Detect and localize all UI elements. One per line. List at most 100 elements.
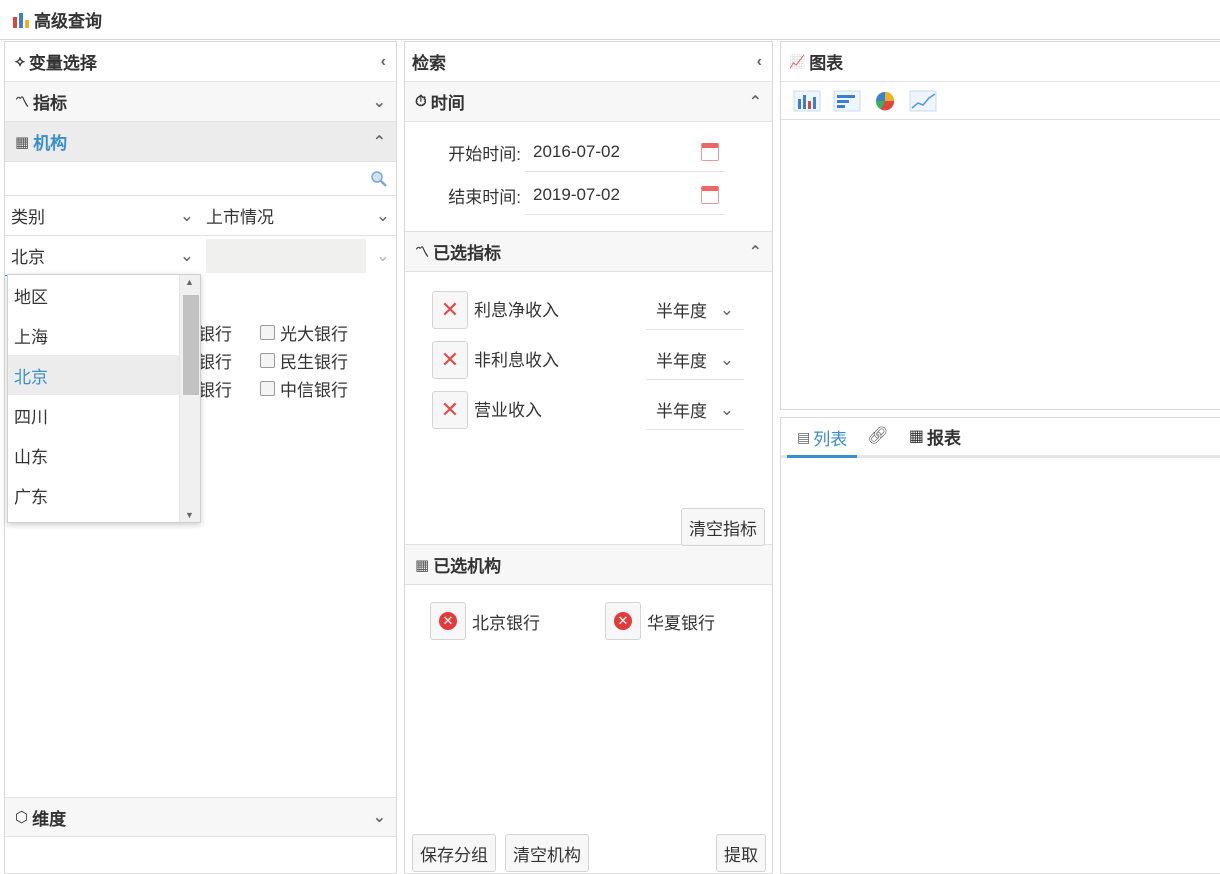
section-selected-institutions[interactable]: ▦ 已选机构 bbox=[405, 545, 772, 585]
result-panel: ▤ 列表 🔗︎ ▦ 报表 bbox=[780, 417, 1220, 874]
selected-indicators-title: 已选指标 bbox=[433, 244, 501, 263]
horizontal-bar-icon[interactable] bbox=[833, 90, 861, 112]
end-time-input[interactable]: 2019-07-02 bbox=[525, 175, 725, 215]
cube-icon: ⬡ bbox=[15, 809, 29, 826]
timer-icon: ⏱ bbox=[415, 93, 427, 110]
checkbox-everbright[interactable] bbox=[260, 324, 275, 340]
dropdown-option[interactable]: 四川 bbox=[8, 395, 179, 435]
listing-select-value: 上市情况 bbox=[206, 208, 274, 227]
bank-label: 光大银行 bbox=[280, 324, 348, 344]
bank-row: 银行 光大银行 bbox=[198, 318, 398, 346]
institution-item: ✕ 华夏银行 bbox=[605, 602, 715, 640]
selected-institutions-title: 已选机构 bbox=[433, 557, 502, 576]
indicator-name: 利息净收入 bbox=[474, 300, 559, 320]
chart-icon: 📈 bbox=[789, 53, 806, 69]
category-select[interactable]: 类别 ⌄ bbox=[5, 196, 200, 236]
search-panel-header: 检索 ‹ bbox=[405, 42, 772, 82]
start-time-label: 开始时间: bbox=[448, 144, 521, 164]
end-time-value: 2019-07-02 bbox=[533, 184, 620, 204]
institution-name: 华夏银行 bbox=[647, 613, 715, 633]
region-dropdown: 地区 上海 北京 四川 山东 广东 ▲ ▼ bbox=[7, 274, 201, 523]
trend-icon: 〽 bbox=[415, 243, 429, 260]
bank-list: 银行 光大银行 银行 民生银行 银行 中信银行 bbox=[198, 318, 398, 402]
period-select[interactable]: 半年度 ⌄ bbox=[646, 340, 744, 380]
period-select[interactable]: 半年度 ⌄ bbox=[646, 290, 744, 330]
collapse-left-icon[interactable]: ‹ bbox=[381, 53, 386, 71]
remove-indicator-button[interactable]: ✕ bbox=[432, 391, 468, 429]
dropdown-option[interactable]: 广东 bbox=[8, 475, 179, 515]
indicator-row: ✕ 利息净收入 半年度 ⌄ bbox=[432, 290, 747, 330]
save-group-label: 保存分组 bbox=[420, 845, 488, 865]
indicator-row: ✕ 营业收入 半年度 ⌄ bbox=[432, 390, 747, 430]
close-icon: ✕ bbox=[440, 397, 460, 422]
chevron-up-icon[interactable]: ⌃ bbox=[749, 242, 762, 262]
scroll-down-icon[interactable]: ▼ bbox=[185, 510, 194, 520]
collapse-left-icon[interactable]: ‹ bbox=[757, 53, 762, 71]
chevron-down-icon[interactable]: ⌄ bbox=[373, 92, 386, 112]
section-dimension[interactable]: ⬡ 维度 ⌄ bbox=[5, 797, 396, 837]
chart-panel-title: 图表 bbox=[809, 54, 844, 73]
dropdown-option-selected[interactable]: 北京 bbox=[8, 355, 179, 395]
bank-partial: 银行 bbox=[198, 324, 232, 344]
variable-panel-header: ⟡ 变量选择 ‹ bbox=[5, 42, 396, 82]
remove-institution-button[interactable]: ✕ bbox=[430, 602, 466, 640]
period-value: 半年度 bbox=[656, 402, 707, 421]
chevron-up-icon[interactable]: ⌃ bbox=[749, 92, 762, 112]
institution-search-input[interactable] bbox=[5, 162, 396, 195]
dropdown-option[interactable]: 地区 bbox=[8, 275, 179, 315]
remove-indicator-button[interactable]: ✕ bbox=[432, 341, 468, 379]
close-icon: ✕ bbox=[440, 297, 460, 322]
pie-chart-icon[interactable] bbox=[873, 90, 897, 112]
clear-indicators-button[interactable]: 清空指标 bbox=[681, 508, 765, 546]
tab-report[interactable]: ▦ 报表 bbox=[899, 417, 971, 455]
bar-chart-icon[interactable] bbox=[793, 90, 821, 112]
chart-panel: 📈 图表 bbox=[780, 41, 1220, 410]
scrollbar-thumb[interactable] bbox=[183, 295, 199, 395]
checkbox-citic[interactable] bbox=[260, 380, 275, 396]
filter-row-2: 北京 ⌄ ⌄ bbox=[5, 236, 396, 276]
listing-select[interactable]: 上市情况 ⌄ bbox=[200, 196, 396, 236]
dropdown-scrollbar[interactable]: ▲ ▼ bbox=[179, 275, 200, 522]
bank-partial: 银行 bbox=[198, 380, 232, 400]
chevron-up-icon[interactable]: ⌃ bbox=[373, 132, 386, 152]
remove-indicator-button[interactable]: ✕ bbox=[432, 291, 468, 329]
app-logo-icon bbox=[13, 12, 29, 28]
clear-institutions-button[interactable]: 清空机构 bbox=[505, 834, 589, 872]
dropdown-option[interactable]: 山东 bbox=[8, 435, 179, 475]
category-select-value: 类别 bbox=[11, 208, 45, 227]
dropdown-option[interactable]: 上海 bbox=[8, 315, 179, 355]
bank-partial: 银行 bbox=[198, 352, 232, 372]
section-indicator[interactable]: 〽 指标 ⌄ bbox=[5, 82, 396, 122]
institution-name: 北京银行 bbox=[472, 613, 540, 633]
remove-institution-button[interactable]: ✕ bbox=[605, 602, 641, 640]
tab-list[interactable]: ▤ 列表 bbox=[787, 420, 858, 458]
search-icon[interactable] bbox=[370, 170, 388, 188]
section-time[interactable]: ⏱ 时间 ⌃ bbox=[405, 82, 772, 122]
start-time-input[interactable]: 2016-07-02 bbox=[525, 132, 725, 172]
section-indicator-label: 指标 bbox=[33, 94, 67, 113]
calendar-icon[interactable] bbox=[701, 185, 719, 204]
chevron-down-icon: ⌄ bbox=[179, 205, 194, 225]
chart-panel-header: 📈 图表 bbox=[781, 42, 1220, 82]
region-select[interactable]: 北京 ⌄ bbox=[5, 236, 200, 276]
clear-institutions-label: 清空机构 bbox=[513, 845, 581, 865]
variable-panel-title: 变量选择 bbox=[28, 54, 97, 73]
chart-type-toolbar bbox=[781, 82, 1220, 120]
period-select[interactable]: 半年度 ⌄ bbox=[646, 390, 744, 430]
extract-button[interactable]: 提取 bbox=[716, 834, 766, 872]
table-icon: ▦ bbox=[908, 428, 924, 445]
tab-link[interactable]: 🔗︎ bbox=[857, 417, 899, 455]
variable-icon: ⟡ bbox=[15, 53, 25, 70]
scroll-up-icon[interactable]: ▲ bbox=[185, 277, 194, 287]
calendar-icon[interactable] bbox=[701, 142, 719, 161]
line-chart-icon[interactable] bbox=[909, 90, 937, 112]
section-selected-indicators[interactable]: 〽 已选指标 ⌃ bbox=[405, 232, 772, 272]
checkbox-minsheng[interactable] bbox=[260, 352, 275, 368]
indicator-name: 营业收入 bbox=[474, 400, 542, 420]
result-tabs: ▤ 列表 🔗︎ ▦ 报表 bbox=[781, 418, 1220, 458]
section-institution[interactable]: ▦ 机构 ⌃ bbox=[5, 122, 396, 162]
close-circle-icon: ✕ bbox=[614, 612, 632, 630]
save-group-button[interactable]: 保存分组 bbox=[412, 834, 496, 872]
bank-row: 银行 中信银行 bbox=[198, 374, 398, 402]
chevron-down-icon[interactable]: ⌄ bbox=[373, 807, 386, 827]
